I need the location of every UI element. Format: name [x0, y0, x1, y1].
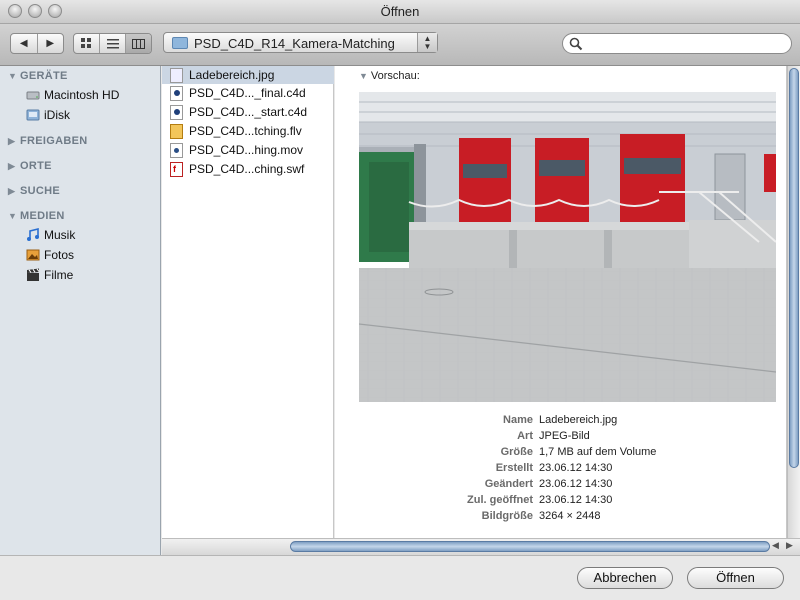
location-popup[interactable]: PSD_C4D_R14_Kamera-Matching ▲ ▼	[163, 32, 438, 53]
vertical-scrollbar[interactable]	[787, 66, 800, 538]
sidebar-section-geraete[interactable]: ▼ GERÄTE	[8, 70, 68, 82]
preview-header[interactable]: ▼ Vorschau:	[359, 70, 420, 82]
music-icon	[27, 228, 39, 241]
disclosure-expanded-icon: ▼	[359, 71, 368, 81]
idisk-icon	[26, 109, 40, 121]
view-mode-control	[73, 33, 152, 54]
forward-button[interactable]: ▶	[38, 34, 64, 53]
file-name: PSD_C4D...tching.flv	[189, 124, 302, 138]
scroll-right-arrow-icon[interactable]: ▶	[786, 540, 793, 551]
horizontal-scrollbar[interactable]: ◀ ▶	[162, 538, 800, 555]
sidebar-item-fotos[interactable]: Fotos	[26, 246, 74, 264]
file-name: PSD_C4D..._final.c4d	[189, 86, 306, 100]
open-button[interactable]: Öffnen	[687, 567, 784, 589]
info-row: Geändert 23.06.12 14:30	[484, 478, 613, 490]
sidebar-section-freigaben[interactable]: ▶ FREIGABEN	[8, 135, 87, 147]
search-icon	[569, 37, 583, 51]
file-name: PSD_C4D..._start.c4d	[189, 105, 308, 119]
updown-arrows-icon: ▲ ▼	[417, 33, 437, 52]
icon-view-button[interactable]	[74, 34, 100, 53]
disclosure-expanded-icon: ▼	[8, 71, 18, 81]
sidebar-section-suche[interactable]: ▶ SUCHE	[8, 185, 60, 197]
file-row[interactable]: PSD_C4D..._final.c4d	[162, 84, 334, 102]
location-label: PSD_C4D_R14_Kamera-Matching	[194, 36, 395, 51]
scroll-left-arrow-icon[interactable]: ◀	[772, 540, 779, 551]
disclosure-expanded-icon: ▼	[8, 211, 18, 221]
info-row: Größe 1,7 MB auf dem Volume	[500, 446, 657, 458]
info-row: Bildgröße 3264 × 2448	[481, 510, 601, 522]
search-input[interactable]	[587, 36, 783, 51]
file-name: Ladebereich.jpg	[189, 68, 275, 82]
disclosure-collapsed-icon: ▶	[8, 161, 16, 171]
file-column: Ladebereich.jpg PSD_C4D..._final.c4d PSD…	[162, 66, 342, 538]
swf-file-icon: f	[170, 161, 183, 177]
info-row: Name Ladebereich.jpg	[503, 414, 618, 426]
info-row: Zul. geöffnet 23.06.12 14:30	[467, 494, 613, 506]
preview-image	[359, 92, 776, 402]
search-field[interactable]	[562, 33, 792, 54]
disclosure-collapsed-icon: ▶	[8, 186, 16, 196]
list-view-button[interactable]	[100, 34, 126, 53]
file-info: Name Ladebereich.jpg Art JPEG-Bild Größe 1,…	[359, 412, 776, 524]
sidebar-section-orte[interactable]: ▶ ORTE	[8, 160, 52, 172]
preview-pane: ▼ Vorschau: Name Ladebereich.jpg Art JPE…	[335, 66, 787, 538]
grid-icon	[81, 38, 91, 48]
disclosure-collapsed-icon: ▶	[8, 136, 16, 146]
title-bar: Öffnen	[0, 0, 800, 24]
info-row: Erstellt 23.06.12 14:30	[495, 462, 613, 474]
sidebar-item-label: Filme	[44, 268, 74, 282]
columns-icon	[132, 38, 145, 49]
back-button[interactable]: ◀	[11, 34, 38, 53]
mov-file-icon	[170, 142, 183, 158]
flv-file-icon	[170, 123, 183, 139]
sidebar-item-musik[interactable]: Musik	[26, 226, 75, 244]
file-row[interactable]: Ladebereich.jpg	[162, 66, 334, 84]
file-row[interactable]: PSD_C4D..._start.c4d	[162, 103, 334, 121]
vertical-scroll-thumb[interactable]	[789, 68, 799, 468]
photos-icon	[26, 249, 40, 261]
file-name: PSD_C4D...ching.swf	[189, 162, 305, 176]
sidebar-section-medien[interactable]: ▼ MEDIEN	[8, 210, 65, 222]
back-arrow-icon: ◀	[19, 38, 28, 49]
column-view-button[interactable]	[126, 34, 151, 53]
file-row[interactable]: f PSD_C4D...ching.swf	[162, 160, 334, 178]
file-name: PSD_C4D...hing.mov	[189, 143, 304, 157]
back-forward-control: ◀ ▶	[10, 33, 64, 54]
jpg-file-icon	[170, 67, 183, 83]
harddisk-icon	[26, 91, 40, 100]
folder-icon	[172, 37, 188, 49]
sidebar-item-label: Musik	[44, 228, 76, 242]
file-row[interactable]: PSD_C4D...tching.flv	[162, 122, 334, 140]
c4d-file-icon	[170, 85, 183, 101]
file-row[interactable]: PSD_C4D...hing.mov	[162, 141, 334, 159]
sidebar-item-macintosh-hd[interactable]: Macintosh HD	[26, 86, 119, 104]
window-title: Öffnen	[380, 4, 420, 19]
c4d-file-icon	[170, 104, 183, 120]
film-icon	[27, 268, 40, 281]
dialog-footer: Abbrechen Öffnen	[0, 555, 800, 600]
sidebar-item-idisk[interactable]: iDisk	[26, 106, 70, 124]
sidebar-item-label: Macintosh HD	[44, 88, 120, 102]
loading-dock-photo	[359, 92, 776, 402]
list-icon	[106, 38, 119, 48]
sidebar-item-label: Fotos	[44, 248, 75, 262]
sidebar: ▼ GERÄTE Macintosh HD iDisk ▶ FREIGABEN ▶ O…	[0, 66, 161, 555]
sidebar-item-label: iDisk	[44, 108, 70, 122]
sidebar-item-filme[interactable]: Filme	[26, 266, 73, 284]
forward-arrow-icon: ▶	[46, 38, 55, 49]
horizontal-scroll-thumb[interactable]	[290, 541, 770, 552]
info-row: Art JPEG-Bild	[517, 430, 590, 442]
cancel-button[interactable]: Abbrechen	[577, 567, 673, 589]
